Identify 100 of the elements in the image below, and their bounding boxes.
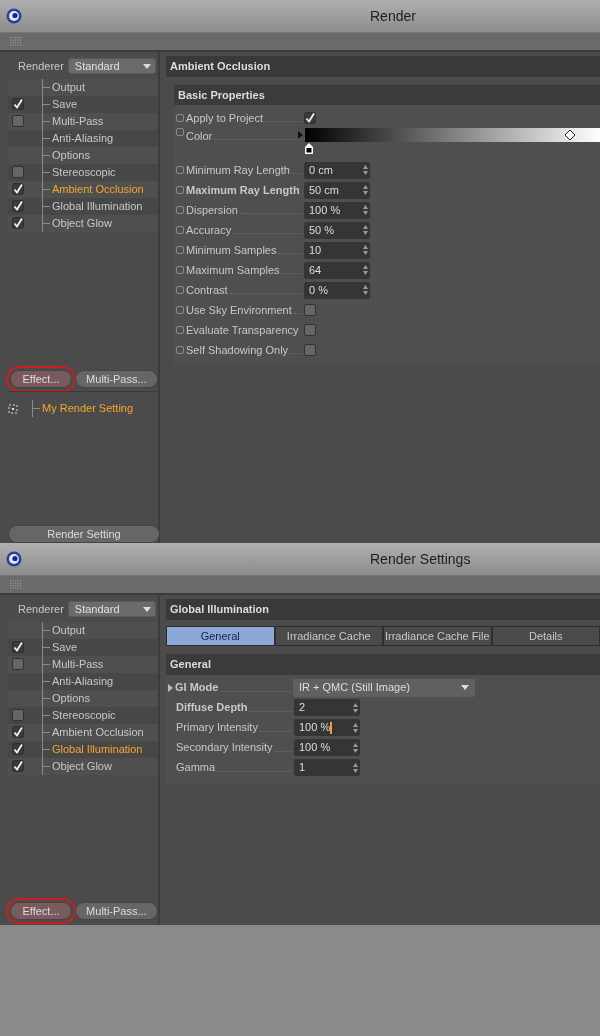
diamond-handle-icon[interactable] xyxy=(565,130,575,140)
field-label: Maximum Samples xyxy=(186,262,280,278)
checkbox[interactable] xyxy=(304,324,316,336)
sidebar-label: Save xyxy=(52,639,78,655)
field-label: Self Shadowing Only xyxy=(186,342,289,358)
group-header: General xyxy=(166,654,600,675)
field-label: Gamma xyxy=(176,760,216,776)
multi-pass-button[interactable]: Multi-Pass... xyxy=(74,902,158,921)
field-label: Dispersion xyxy=(186,202,238,218)
sidebar-label: Anti-Aliasing xyxy=(52,130,114,146)
renderer-label: Renderer xyxy=(18,602,64,617)
tab[interactable]: Irradiance Cache xyxy=(274,625,383,646)
number-field[interactable]: 0 cm xyxy=(304,161,370,179)
keyframe-marker-icon[interactable] xyxy=(176,286,184,294)
sidebar-label: Global Illumination xyxy=(52,741,143,757)
sidebar-label: Multi-Pass xyxy=(52,656,104,672)
checkbox[interactable] xyxy=(12,115,24,127)
app-logo-icon xyxy=(6,8,22,24)
color-stop-icon[interactable] xyxy=(305,143,313,154)
window-title: Render xyxy=(370,6,416,26)
spinner-icon[interactable] xyxy=(353,722,358,733)
expand-arrow-icon[interactable] xyxy=(298,131,303,139)
app-logo-icon xyxy=(6,551,22,567)
number-field[interactable]: 100 % xyxy=(304,201,370,219)
render-setting-item[interactable]: My Render Setting xyxy=(42,400,134,417)
gradient-bar[interactable] xyxy=(305,128,600,142)
checkbox[interactable] xyxy=(12,709,24,721)
keyframe-marker-icon[interactable] xyxy=(176,246,184,254)
number-field[interactable]: 100 % xyxy=(294,739,360,756)
keyframe-marker-icon[interactable] xyxy=(176,266,184,274)
number-field[interactable]: 0 % xyxy=(304,281,370,299)
checkbox[interactable] xyxy=(12,217,24,229)
sidebar-item[interactable]: Output xyxy=(8,621,158,639)
keyframe-marker-icon[interactable] xyxy=(176,326,184,334)
tab[interactable]: General xyxy=(166,625,275,646)
sidebar-item[interactable]: Output xyxy=(8,78,158,96)
spinner-icon[interactable] xyxy=(353,702,358,713)
grip-icon[interactable] xyxy=(10,36,22,47)
caret-icon xyxy=(461,685,469,690)
checkbox[interactable] xyxy=(304,112,316,124)
field-label: Maximum Ray Length xyxy=(186,182,300,198)
dropdown[interactable]: IR + QMC (Still Image) xyxy=(293,678,475,697)
checkbox[interactable] xyxy=(12,641,24,653)
spinner-icon[interactable] xyxy=(363,205,368,215)
checkbox[interactable] xyxy=(12,200,24,212)
settings-icon xyxy=(8,403,18,414)
spinner-icon[interactable] xyxy=(363,185,368,195)
spinner-icon[interactable] xyxy=(363,265,368,275)
group-header: Basic Properties xyxy=(174,84,600,105)
number-field[interactable]: 10 xyxy=(304,241,370,259)
caret-icon xyxy=(142,63,151,69)
keyframe-marker-icon[interactable] xyxy=(176,114,184,122)
keyframe-marker-icon[interactable] xyxy=(176,206,184,214)
checkbox[interactable] xyxy=(12,183,24,195)
spinner-icon[interactable] xyxy=(363,225,368,235)
expand-arrow-icon[interactable] xyxy=(168,683,173,692)
sidebar-label: Multi-Pass xyxy=(52,113,104,129)
render-setting-button[interactable]: Render Setting xyxy=(8,525,160,543)
keyframe-marker-icon[interactable] xyxy=(176,186,184,194)
keyframe-marker-icon[interactable] xyxy=(176,306,184,314)
number-field[interactable]: 2 xyxy=(294,699,360,716)
renderer-dropdown[interactable]: Standard xyxy=(67,601,156,618)
checkbox[interactable] xyxy=(12,726,24,738)
field-label: Evaluate Transparency xyxy=(186,322,299,338)
renderer-dropdown[interactable]: Standard xyxy=(67,58,156,75)
grip-icon[interactable] xyxy=(10,579,22,590)
number-field[interactable]: 50 cm xyxy=(304,181,370,199)
keyframe-marker-icon[interactable] xyxy=(176,346,184,354)
tab[interactable]: Details xyxy=(491,625,600,646)
keyframe-marker-icon[interactable] xyxy=(176,226,184,234)
spinner-icon[interactable] xyxy=(353,742,358,753)
sidebar-label: Ambient Occlusion xyxy=(52,724,144,740)
checkbox[interactable] xyxy=(12,760,24,772)
sidebar-label: Output xyxy=(52,79,86,95)
keyframe-marker-icon[interactable] xyxy=(176,166,184,174)
spinner-icon[interactable] xyxy=(363,245,368,255)
tab[interactable]: Irradiance Cache File xyxy=(383,625,492,646)
checkbox[interactable] xyxy=(304,344,316,356)
checkbox[interactable] xyxy=(12,658,24,670)
sidebar-label: Anti-Aliasing xyxy=(52,673,114,689)
checkbox[interactable] xyxy=(304,304,316,316)
number-field[interactable]: 50 % xyxy=(304,221,370,239)
checkbox[interactable] xyxy=(12,743,24,755)
sidebar-label: Global Illumination xyxy=(52,198,143,214)
field-label: Secondary Intensity xyxy=(176,740,273,756)
field-label: Use Sky Environment xyxy=(186,302,292,318)
renderer-label: Renderer xyxy=(18,59,64,74)
sidebar-label: Output xyxy=(52,622,86,638)
keyframe-marker-icon[interactable] xyxy=(176,128,184,136)
number-field[interactable]: 64 xyxy=(304,261,370,279)
multi-pass-button[interactable]: Multi-Pass... xyxy=(74,370,158,389)
checkbox[interactable] xyxy=(12,98,24,110)
spinner-icon[interactable] xyxy=(363,285,368,295)
spinner-icon[interactable] xyxy=(363,165,368,175)
number-field[interactable]: 1 xyxy=(294,759,360,776)
spinner-icon[interactable] xyxy=(353,762,358,773)
number-field[interactable]: 100 % xyxy=(294,719,360,736)
checkbox[interactable] xyxy=(12,166,24,178)
field-label: Primary Intensity xyxy=(176,720,258,736)
sidebar-label: Object Glow xyxy=(52,758,112,774)
